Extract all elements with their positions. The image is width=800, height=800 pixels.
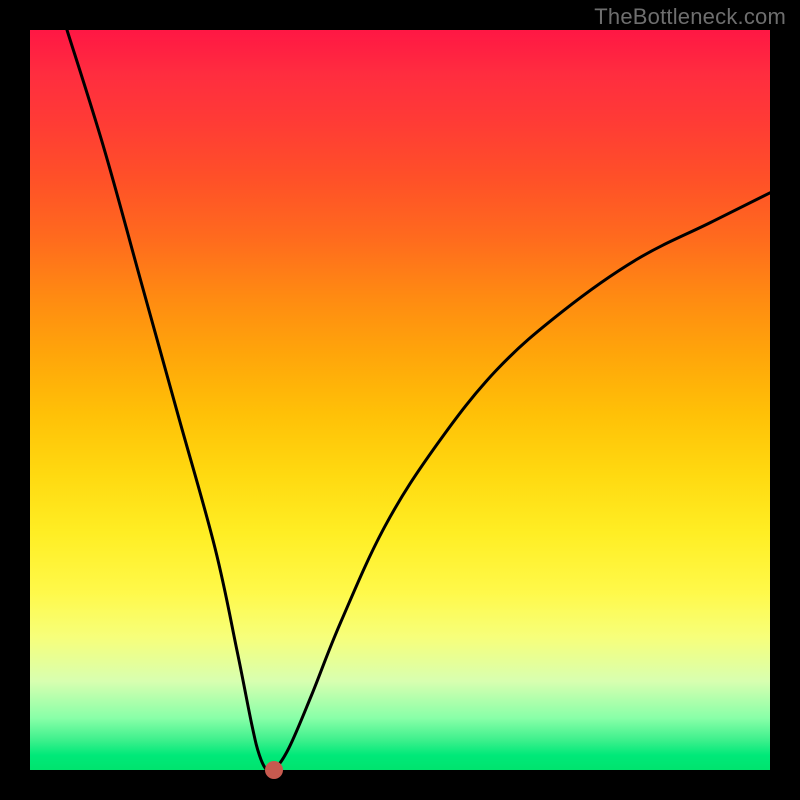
chart-frame <box>0 0 800 800</box>
bottleneck-curve <box>30 30 770 770</box>
plot-area <box>30 30 770 770</box>
watermark-text: TheBottleneck.com <box>594 4 786 30</box>
minimum-marker <box>265 761 283 779</box>
